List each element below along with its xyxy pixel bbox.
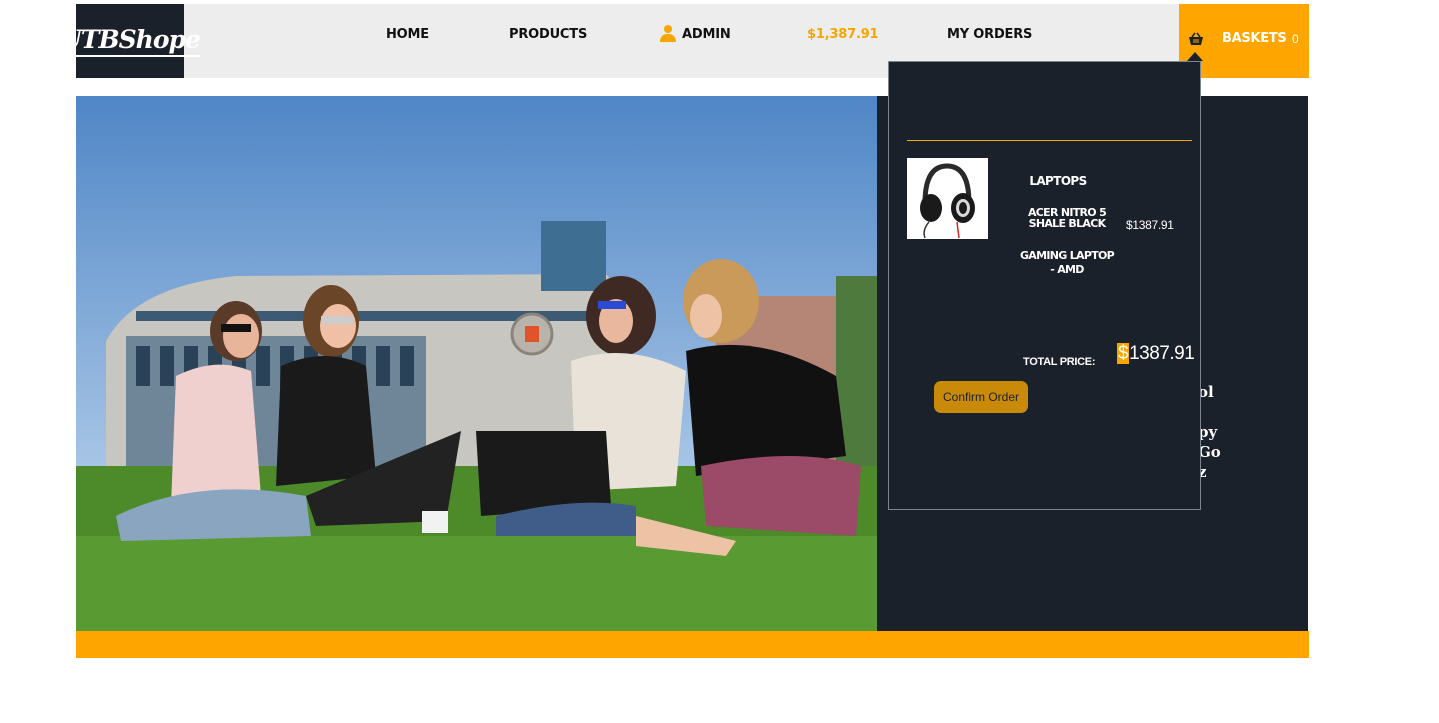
- site-logo[interactable]: UTBShope: [60, 4, 201, 78]
- product-category: LAPTOPS: [1029, 174, 1087, 188]
- hero-photo: [76, 96, 877, 631]
- product-name-secondary: GAMING LAPTOP - AMD: [1019, 249, 1115, 276]
- headphones-icon: [920, 163, 975, 239]
- divider: [907, 140, 1192, 141]
- nav-products[interactable]: PRODUCTS: [509, 24, 587, 44]
- accent-footer-bar: [76, 631, 1309, 658]
- total-price-value: $1387.91: [1117, 343, 1195, 364]
- nav-home[interactable]: HOME: [386, 24, 429, 44]
- hero-text: ol py Go z: [1198, 383, 1221, 481]
- total-price-label: TOTAL PRICE:: [1023, 356, 1096, 368]
- product-name: ACER NITRO 5 SHALE BLACK: [1027, 206, 1107, 230]
- baskets-label: BASKETS: [1222, 31, 1287, 46]
- nav-my-orders[interactable]: MY ORDERS: [947, 24, 1032, 44]
- product-image: [907, 158, 988, 239]
- product-price: $1387.91: [1126, 218, 1174, 232]
- basket-dropdown: LAPTOPS ACER NITRO 5 SHALE BLACK GAMING …: [888, 61, 1201, 510]
- basket-icon: [1189, 32, 1203, 45]
- dropdown-caret: [1187, 52, 1203, 61]
- students-on-lawn-image: [76, 96, 877, 631]
- nav-admin[interactable]: ADMIN: [660, 24, 731, 44]
- confirm-order-button[interactable]: Confirm Order: [934, 381, 1028, 413]
- nav-balance[interactable]: $1,387.91: [807, 24, 879, 44]
- user-icon: [660, 25, 676, 43]
- baskets-count: 0: [1292, 32, 1299, 46]
